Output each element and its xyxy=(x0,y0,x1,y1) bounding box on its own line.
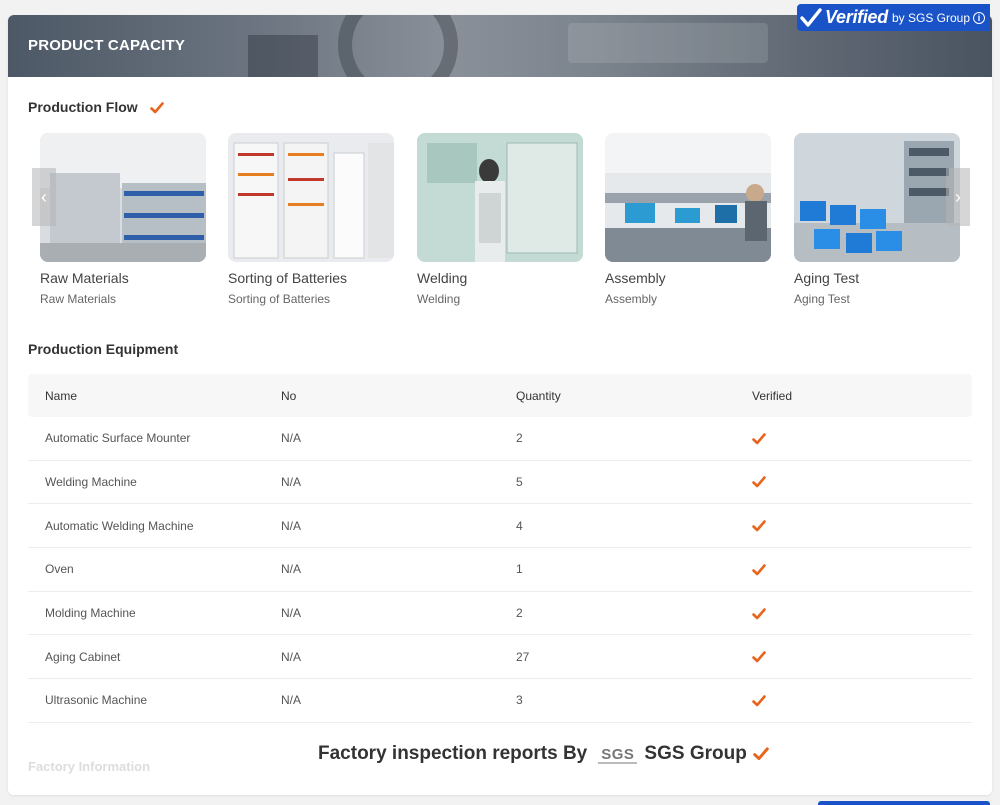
flow-item-label: Assembly xyxy=(605,270,666,286)
check-icon xyxy=(752,431,766,445)
sgs-logo: SGS xyxy=(598,745,638,764)
equipment-name: Ultrasonic Machine xyxy=(45,693,148,708)
equipment-no: N/A xyxy=(281,606,302,621)
equipment-quantity: 4 xyxy=(516,518,523,533)
equipment-verified xyxy=(735,518,972,533)
equipment-no: N/A xyxy=(281,649,302,664)
equipment-name: Molding Machine xyxy=(45,606,136,621)
check-icon xyxy=(752,649,766,663)
verified-by-label: by SGS Group xyxy=(891,10,971,25)
table-row: Ultrasonic Machine N/A 3 xyxy=(28,679,972,723)
equipment-quantity: 2 xyxy=(516,606,523,621)
flow-item-label: Sorting of Batteries xyxy=(228,270,348,286)
verified-word: Verified xyxy=(825,7,888,27)
column-header-no: No xyxy=(281,388,297,403)
flow-item-assembly[interactable]: Assembly Assembly xyxy=(605,133,771,306)
flow-item-sublabel: Welding xyxy=(417,292,461,306)
equipment-quantity: 5 xyxy=(516,475,523,490)
check-icon xyxy=(752,518,766,532)
banner-machine-decoration xyxy=(248,35,318,77)
banner-machine-decoration xyxy=(568,23,768,63)
table-row: Automatic Welding Machine N/A 4 xyxy=(28,504,972,549)
equipment-name: Welding Machine xyxy=(45,475,137,490)
equipment-verified xyxy=(735,606,972,621)
chevron-left-icon: ‹ xyxy=(41,186,47,207)
raw-materials-photo xyxy=(40,133,206,262)
table-row: Molding Machine N/A 2 xyxy=(28,592,972,636)
flow-item-aging-test[interactable]: Aging Test Aging Test xyxy=(794,133,960,306)
check-icon xyxy=(752,693,766,707)
inspection-report-link[interactable]: Factory inspection reports By SGS SGS Gr… xyxy=(318,743,769,765)
bottom-tab-indicator xyxy=(818,801,990,805)
assembly-photo xyxy=(605,133,771,262)
flow-item-label: Welding xyxy=(417,270,468,286)
equipment-verified xyxy=(735,475,972,490)
column-header-verified: Verified xyxy=(752,388,793,403)
flow-item-sublabel: Raw Materials xyxy=(40,292,117,306)
welding-photo xyxy=(417,133,583,262)
production-equipment-heading: Production Equipment xyxy=(28,341,179,357)
equipment-name: Automatic Welding Machine xyxy=(45,518,194,533)
carousel-next-button[interactable]: › xyxy=(946,168,970,226)
equipment-no: N/A xyxy=(281,431,302,446)
table-row: Welding Machine N/A 5 xyxy=(28,461,972,505)
column-header-name: Name xyxy=(45,388,78,403)
aging-test-photo xyxy=(794,133,960,262)
factory-information-heading: Factory Information xyxy=(28,759,151,774)
equipment-name: Automatic Surface Mounter xyxy=(45,431,191,446)
production-flow-carousel: Raw Materials Raw Materials Sorting of B… xyxy=(40,133,960,313)
product-capacity-card: PRODUCT CAPACITY Production Flow Raw Mat… xyxy=(8,15,992,795)
table-header: Name No Quantity Verified xyxy=(28,374,972,417)
check-icon xyxy=(752,606,766,620)
production-flow-title: Production Flow xyxy=(28,99,138,115)
equipment-name: Oven xyxy=(45,562,74,577)
flow-item-label: Raw Materials xyxy=(40,270,129,286)
check-icon xyxy=(752,562,766,576)
equipment-quantity: 2 xyxy=(516,431,523,446)
carousel-prev-button[interactable]: ‹ xyxy=(32,168,56,226)
equipment-no: N/A xyxy=(281,518,302,533)
table-row: Oven N/A 1 xyxy=(28,548,972,592)
chevron-right-icon: › xyxy=(955,186,961,207)
banner-machine-decoration xyxy=(338,15,458,77)
equipment-verified xyxy=(735,693,972,708)
flow-item-welding[interactable]: Welding Welding xyxy=(417,133,583,306)
column-header-quantity: Quantity xyxy=(516,388,561,403)
check-icon xyxy=(752,475,766,489)
equipment-verified xyxy=(735,562,972,577)
table-body: Automatic Surface Mounter N/A 2 Welding Mac… xyxy=(28,417,972,723)
table-row: Automatic Surface Mounter N/A 2 xyxy=(28,417,972,461)
check-icon xyxy=(149,102,164,114)
equipment-quantity: 27 xyxy=(516,649,530,664)
equipment-verified xyxy=(735,649,972,664)
report-text: Factory inspection reports By xyxy=(318,743,588,764)
flow-item-raw-materials[interactable]: Raw Materials Raw Materials xyxy=(40,133,206,306)
flow-item-label: Aging Test xyxy=(794,270,860,286)
flow-item-sorting-of-batteries[interactable]: Sorting of Batteries Sorting of Batterie… xyxy=(228,133,394,306)
verified-check-icon xyxy=(797,4,825,31)
equipment-quantity: 1 xyxy=(516,562,523,577)
sgs-group-label: SGS Group xyxy=(644,743,747,764)
equipment-no: N/A xyxy=(281,693,302,708)
info-icon[interactable]: i xyxy=(973,11,986,24)
verified-by-sgs-badge[interactable]: Verified by SGS Group i xyxy=(797,4,990,31)
flow-item-sublabel: Aging Test xyxy=(794,292,850,306)
equipment-quantity: 3 xyxy=(516,693,523,708)
flow-item-sublabel: Sorting of Batteries xyxy=(228,292,331,306)
production-equipment-table: Name No Quantity Verified Automatic Surf… xyxy=(28,374,972,723)
page-title: PRODUCT CAPACITY xyxy=(28,37,186,54)
table-row: Aging Cabinet N/A 27 xyxy=(28,635,972,680)
equipment-name: Aging Cabinet xyxy=(45,649,121,664)
equipment-no: N/A xyxy=(281,562,302,577)
sorting-of-batteries-photo xyxy=(228,133,394,262)
production-flow-heading: Production Flow xyxy=(28,99,164,115)
equipment-verified xyxy=(735,431,972,446)
check-icon xyxy=(753,747,769,761)
flow-item-sublabel: Assembly xyxy=(605,292,658,306)
equipment-no: N/A xyxy=(281,475,302,490)
